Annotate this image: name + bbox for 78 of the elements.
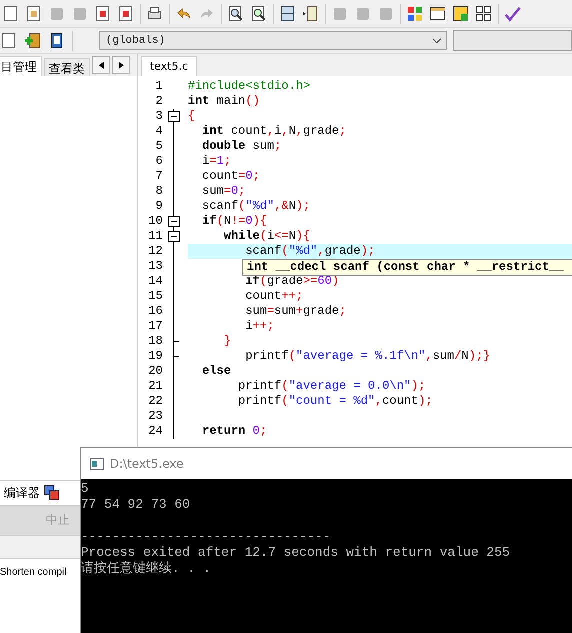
search-icon[interactable] <box>227 4 245 22</box>
console-line: 请按任意键继续. . . <box>81 561 212 577</box>
console-line: -------------------------------- <box>81 529 332 545</box>
line-number: 11 <box>148 229 164 244</box>
console-app-icon <box>90 458 104 470</box>
line-number: 23 <box>148 409 164 424</box>
line-number: 1 <box>154 79 164 94</box>
fold-toggle-icon[interactable] <box>165 214 183 229</box>
scroll-left-button[interactable] <box>92 56 110 74</box>
line-number: 12 <box>148 244 164 259</box>
code-line: scanf("%d",&N); <box>201 199 312 214</box>
line-number: 3 <box>154 109 164 124</box>
code-line: return 0; <box>201 424 268 439</box>
line-number: 9 <box>154 199 164 214</box>
goto-icon[interactable] <box>302 4 320 22</box>
line-number: 2 <box>154 94 164 109</box>
line-number: 19 <box>148 349 164 364</box>
printer-icon[interactable] <box>146 4 164 22</box>
scroll-right-button[interactable] <box>112 56 130 74</box>
line-number: 16 <box>148 304 164 319</box>
line-number: 5 <box>154 139 164 154</box>
console-line: 5 <box>81 481 90 497</box>
line-number: 21 <box>148 379 164 394</box>
line-number: 13 <box>148 259 164 274</box>
triangle-right-icon <box>118 62 124 68</box>
line-number: 20 <box>148 364 164 379</box>
hint-text: Shorten compil <box>0 567 67 578</box>
code-line: sum=sum+grade; <box>244 304 348 319</box>
check-icon[interactable] <box>504 4 522 22</box>
code-line: #include<stdio.h> <box>188 79 312 94</box>
code-line: double sum; <box>201 139 283 154</box>
panel-tab[interactable]: 查看类 <box>44 58 90 76</box>
line-number: 4 <box>154 124 164 139</box>
chevron-down-icon <box>432 38 442 44</box>
line-number: 14 <box>148 274 164 289</box>
triangle-left-icon <box>98 62 104 68</box>
code-line: while(i<=N){ <box>223 229 312 244</box>
console-line: 77 54 92 73 60 <box>81 497 192 513</box>
code-line: printf("average = %.1f\n",sum/N);} <box>244 349 492 364</box>
fold-toggle-icon[interactable] <box>165 229 183 244</box>
code-line: int count,i,N,grade; <box>201 124 348 139</box>
line-number: 7 <box>154 169 164 184</box>
line-number: 10 <box>148 214 164 229</box>
window-icon[interactable] <box>429 4 447 22</box>
line-number: 18 <box>148 334 164 349</box>
code-line: int main() <box>188 94 262 109</box>
code-line: printf("average = 0.0\n"); <box>237 379 427 394</box>
code-line: { <box>188 109 196 124</box>
line-number: 6 <box>154 154 164 169</box>
code-line: else <box>201 364 232 379</box>
code-line: i++; <box>244 319 276 334</box>
grid-icon[interactable] <box>475 4 493 22</box>
add-icon[interactable] <box>24 32 42 50</box>
window-title: D:\text5.exe <box>110 456 184 470</box>
panel-tab[interactable]: 编译器 <box>4 484 40 502</box>
windows-icon <box>44 485 60 501</box>
code-line: } <box>223 334 232 349</box>
code-line: printf("count = %d",count); <box>237 394 434 409</box>
panel-tab[interactable]: 目管理 <box>0 56 42 76</box>
code-line: count++; <box>244 289 304 304</box>
file-tab[interactable]: text5.c <box>141 56 198 76</box>
line-number: 8 <box>154 184 164 199</box>
line-number: 17 <box>148 319 164 334</box>
scope-select[interactable]: (globals) <box>99 31 447 50</box>
replace-icon[interactable] <box>250 4 268 22</box>
code-line: if(N!=0){ <box>201 214 268 229</box>
input-field[interactable] <box>0 535 80 559</box>
line-number: 24 <box>148 424 164 439</box>
window-icon[interactable] <box>279 4 297 22</box>
line-number: 15 <box>148 289 164 304</box>
console-line: Process exited after 12.7 seconds with return value 255 <box>81 545 512 561</box>
code-line: count=0; <box>201 169 262 184</box>
tooltip: int __cdecl scanf (const char * __restrict__ <box>242 259 572 276</box>
code-line: sum=0; <box>201 184 247 199</box>
fold-toggle-icon[interactable] <box>165 109 183 124</box>
line-number: 22 <box>148 394 164 409</box>
code-line: i=1; <box>201 154 232 169</box>
tiles-icon[interactable] <box>452 4 470 22</box>
